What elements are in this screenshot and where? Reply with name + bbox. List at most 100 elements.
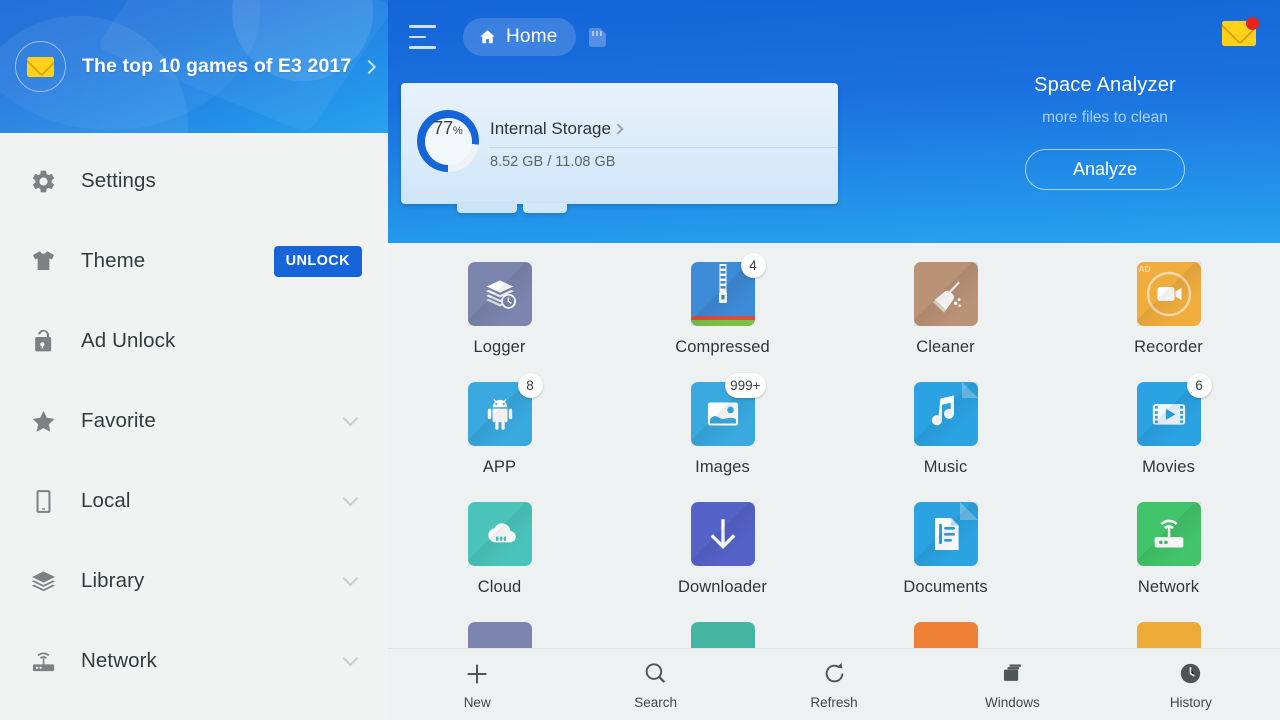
- internal-storage-card[interactable]: 77 % Internal Storage 8.52 GB / 11.08 GB: [401, 83, 838, 213]
- grid-item-partial[interactable]: [1057, 622, 1280, 648]
- storage-title: Internal Storage: [490, 119, 611, 138]
- sidebar-item-label: Favorite: [81, 409, 156, 432]
- grid-item-music[interactable]: Music: [834, 382, 1057, 502]
- chevron-right-icon: [362, 59, 377, 75]
- grid-item-label: Network: [1137, 578, 1200, 596]
- tshirt-icon: [26, 248, 60, 275]
- chevron-right-icon: [612, 123, 624, 135]
- grid-item-badge: 8: [517, 373, 543, 398]
- grid-item-images[interactable]: 999+ Images: [611, 373, 834, 502]
- bottom-nav-label: Refresh: [810, 694, 858, 710]
- grid-item-partial[interactable]: [388, 622, 611, 648]
- envelope-icon: [15, 41, 66, 92]
- sidebar-item-label: Ad Unlock: [81, 329, 176, 352]
- bottom-nav-label: New: [463, 694, 491, 710]
- grid-item-logger[interactable]: Logger: [388, 262, 611, 382]
- bottom-nav-label: History: [1169, 694, 1212, 710]
- plus-icon: [463, 660, 491, 688]
- grid-item-movies[interactable]: 6 Movies: [1057, 373, 1280, 502]
- sidebar-item-favorite[interactable]: Favorite: [0, 381, 388, 461]
- unread-badge-dot: [1246, 17, 1259, 30]
- grid-item-label: Compressed: [675, 338, 770, 356]
- chevron-down-icon: [342, 650, 359, 667]
- windows-stack-icon: [999, 660, 1026, 688]
- layers-icon: [26, 568, 60, 595]
- app-root: The top 10 games of E3 2017 Settings The…: [0, 0, 1280, 720]
- card-stack-tab: [457, 203, 517, 213]
- grid-item-documents[interactable]: Documents: [834, 502, 1057, 622]
- grid-item-network[interactable]: Network: [1057, 502, 1280, 622]
- sidebar-item-label: Network: [81, 649, 157, 672]
- grid-row: Cloud Downloader Documents Network: [388, 502, 1280, 622]
- sidebar-item-label: Settings: [81, 169, 156, 192]
- bottom-nav-label: Windows: [985, 694, 1040, 710]
- grid-item-partial[interactable]: [834, 622, 1057, 648]
- router-icon: [26, 648, 60, 675]
- grid-row: [388, 622, 1280, 648]
- bottom-nav-refresh[interactable]: Refresh: [745, 649, 923, 720]
- grid-item-badge: 6: [1186, 373, 1212, 398]
- grid-item-label: Images: [695, 458, 750, 476]
- star-icon: [26, 408, 60, 435]
- grid-row: Logger 4 Compressed Cleaner AD Recorder: [388, 253, 1280, 382]
- bottom-navigation: New Search Refresh Windows History: [388, 648, 1280, 720]
- promo-banner[interactable]: The top 10 games of E3 2017: [0, 0, 388, 133]
- grid-item-partial[interactable]: [611, 622, 834, 648]
- grid-item-label: Recorder: [1134, 338, 1203, 356]
- grid-item-app[interactable]: 8 APP: [388, 373, 611, 502]
- bottom-nav-windows[interactable]: Windows: [923, 649, 1101, 720]
- sdcard-icon[interactable]: [589, 27, 607, 47]
- grid-item-badge: 999+: [725, 373, 766, 398]
- grid-item-label: Downloader: [677, 578, 768, 596]
- clock-icon: [1177, 660, 1204, 688]
- main-panel: Home 77 % Internal Storage 8.52 GB / 11.…: [388, 0, 1280, 720]
- sidebar: The top 10 games of E3 2017 Settings The…: [0, 0, 388, 720]
- bottom-nav-history[interactable]: History: [1102, 649, 1280, 720]
- sidebar-item-ad-unlock[interactable]: Ad Unlock: [0, 301, 388, 381]
- home-icon: [478, 28, 497, 46]
- space-analyzer-title: Space Analyzer: [1034, 74, 1176, 96]
- grid-item-cleaner[interactable]: Cleaner: [834, 262, 1057, 382]
- bottom-nav-new[interactable]: New: [388, 649, 566, 720]
- grid-item-label: Documents: [903, 578, 988, 596]
- grid-item-cloud[interactable]: Cloud: [388, 502, 611, 622]
- analyze-button[interactable]: Analyze: [1025, 149, 1185, 190]
- storage-usage-ring: 77 %: [417, 110, 479, 172]
- tab-home-label: Home: [506, 26, 558, 47]
- chevron-down-icon: [342, 410, 359, 427]
- sidebar-item-local[interactable]: Local: [0, 461, 388, 541]
- grid-item-label: Movies: [1142, 458, 1195, 476]
- sidebar-item-library[interactable]: Library: [0, 541, 388, 621]
- sidebar-item-label: Library: [81, 569, 145, 592]
- tab-home[interactable]: Home: [463, 18, 577, 56]
- hamburger-icon[interactable]: [403, 16, 445, 58]
- sidebar-item-theme[interactable]: Theme UNLOCK: [0, 221, 388, 301]
- grid-row: 8 APP 999+ Images Music 6 Movies: [388, 373, 1280, 502]
- unlock-icon: [26, 328, 60, 355]
- grid-item-recorder[interactable]: AD Recorder: [1057, 262, 1280, 382]
- sidebar-item-settings[interactable]: Settings: [0, 141, 388, 221]
- search-icon: [642, 660, 669, 688]
- grid-item-label: APP: [482, 458, 517, 476]
- divider: [489, 147, 838, 148]
- grid-item-compressed[interactable]: 4 Compressed: [611, 253, 834, 382]
- card-stack-tab: [523, 203, 567, 213]
- sidebar-nav: Settings Theme UNLOCK Ad Unlock Favorite…: [0, 133, 388, 701]
- storage-detail: 8.52 GB / 11.08 GB: [490, 154, 616, 170]
- sidebar-item-network[interactable]: Network: [0, 621, 388, 701]
- chevron-down-icon: [342, 490, 359, 507]
- mail-notification-button[interactable]: [1222, 17, 1259, 48]
- storage-percent: 77: [433, 117, 453, 138]
- grid-item-label: Cloud: [477, 578, 522, 596]
- theme-unlock-button[interactable]: UNLOCK: [273, 245, 362, 277]
- grid-item-downloader[interactable]: Downloader: [611, 502, 834, 622]
- refresh-icon: [821, 660, 848, 688]
- app-grid: Logger 4 Compressed Cleaner AD Recorder …: [388, 243, 1280, 648]
- grid-item-label: Cleaner: [916, 338, 975, 356]
- space-analyzer-subtitle: more files to clean: [1042, 109, 1168, 126]
- ad-label: AD: [1138, 264, 1151, 274]
- header: Home 77 % Internal Storage 8.52 GB / 11.…: [388, 0, 1280, 243]
- storage-percent-unit: %: [452, 124, 463, 137]
- bottom-nav-search[interactable]: Search: [566, 649, 744, 720]
- grid-item-label: Music: [923, 458, 968, 476]
